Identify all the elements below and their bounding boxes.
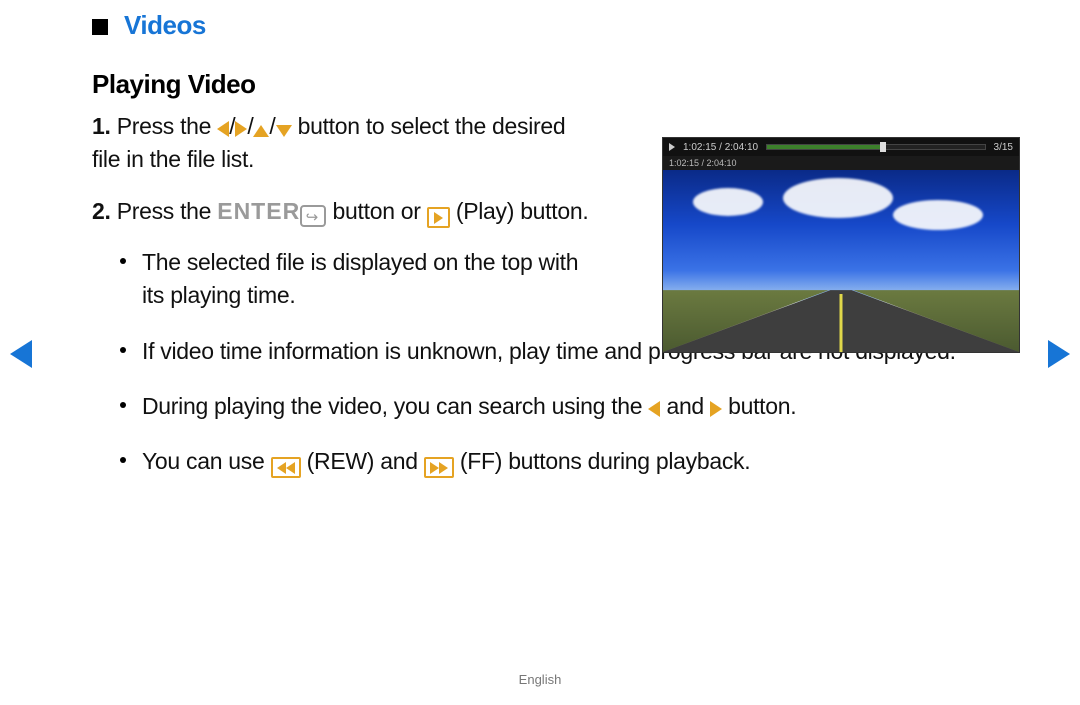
dpad-left-icon <box>648 401 660 417</box>
step-2-number: 2. <box>92 198 111 224</box>
play-indicator-icon <box>669 143 675 151</box>
bullet-1: The selected file is displayed on the to… <box>120 246 600 313</box>
rewind-button-icon <box>271 457 301 478</box>
dpad-left-icon <box>217 121 229 137</box>
bullet-3-mid: and <box>660 393 710 419</box>
subheading: Playing Video <box>92 69 1022 100</box>
dpad-right-icon <box>710 401 722 417</box>
page-next-button[interactable] <box>1048 340 1070 368</box>
step-2-prefix: Press the <box>117 198 218 224</box>
bullet-dot-icon <box>120 402 126 408</box>
step-1-prefix: Press the <box>117 113 218 139</box>
bullet-dot-icon <box>120 457 126 463</box>
step-2-play-label: (Play) button. <box>450 198 589 224</box>
section-title: Videos <box>92 10 1022 41</box>
bullet-3-text: During playing the video, you can search… <box>142 390 1022 423</box>
chevron-left-icon <box>10 340 32 368</box>
bullet-4-text: You can use (REW) and (FF) buttons durin… <box>142 445 1022 478</box>
dpad-up-icon <box>253 125 269 137</box>
player-progress-knob <box>880 142 886 152</box>
section-title-text: Videos <box>124 10 206 40</box>
player-progress-bar <box>766 144 985 150</box>
section-bullet-icon <box>92 19 108 35</box>
bullet-dot-icon <box>120 258 126 264</box>
play-button-icon <box>427 207 450 228</box>
player-sub-bar: 1:02:15 / 2:04:10 <box>663 156 1019 170</box>
footer-language: English <box>0 672 1080 687</box>
bullet-4: You can use (REW) and (FF) buttons durin… <box>120 445 1022 478</box>
chevron-right-icon <box>1048 340 1070 368</box>
player-top-bar: 1:02:15 / 2:04:10 3/15 <box>663 138 1019 156</box>
bullet-4-rew: (REW) and <box>301 448 424 474</box>
step-1: 1. Press the /// button to select the de… <box>92 110 592 177</box>
bullet-3-suffix: button. <box>722 393 796 419</box>
video-player-preview: 1:02:15 / 2:04:10 3/15 1:02:15 / 2:04:10 <box>662 137 1020 353</box>
dpad-down-icon <box>276 125 292 137</box>
bullet-3-prefix: During playing the video, you can search… <box>142 393 648 419</box>
dpad-right-icon <box>235 121 247 137</box>
enter-icon: ↩ <box>300 205 326 227</box>
bullet-4-prefix: You can use <box>142 448 271 474</box>
step-1-number: 1. <box>92 113 111 139</box>
player-video-frame <box>663 170 1019 352</box>
fast-forward-button-icon <box>424 457 454 478</box>
player-progress-fill <box>767 145 880 149</box>
bullet-3: During playing the video, you can search… <box>120 390 1022 423</box>
page-prev-button[interactable] <box>10 340 32 368</box>
player-time-top: 1:02:15 / 2:04:10 <box>683 142 758 153</box>
step-2-mid: button or <box>326 198 426 224</box>
player-index-count: 3/15 <box>994 142 1013 153</box>
bullet-dot-icon <box>120 347 126 353</box>
enter-label: ENTER <box>217 198 300 224</box>
player-time-sub: 1:02:15 / 2:04:10 <box>669 158 737 168</box>
bullet-4-ff: (FF) buttons during playback. <box>454 448 751 474</box>
bullet-1-text: The selected file is displayed on the to… <box>142 246 600 313</box>
